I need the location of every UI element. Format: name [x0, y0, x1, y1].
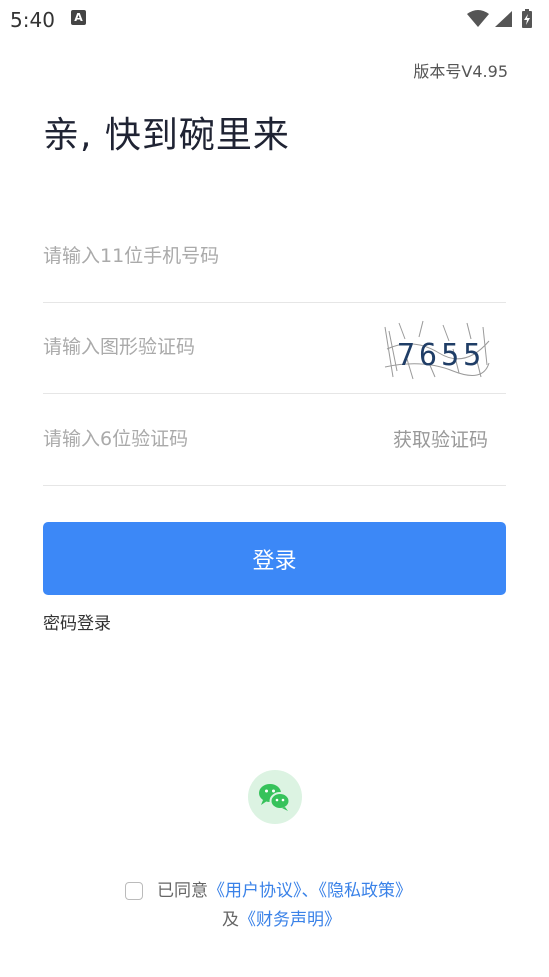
finance-statement-link[interactable]: 《财务声明》 — [239, 910, 341, 930]
sms-field-row: 获取验证码 — [43, 395, 506, 486]
version-label: 版本号V4.95 — [413, 62, 508, 81]
wechat-login-button[interactable] — [248, 770, 302, 824]
captcha-field-row: 7655 — [43, 303, 506, 394]
phone-field-row — [43, 212, 506, 303]
agreement-line-2: 及《财务声明》 — [222, 907, 341, 933]
captcha-input[interactable] — [43, 303, 363, 391]
agreement-separator: 、 — [301, 881, 319, 901]
get-code-button[interactable]: 获取验证码 — [393, 395, 488, 485]
status-bar: 5:40 A — [0, 0, 549, 40]
agree-and: 及 — [222, 910, 239, 930]
status-icons — [467, 8, 539, 28]
status-time: 5:40 — [10, 8, 55, 32]
wifi-icon — [467, 10, 489, 27]
agree-checkbox[interactable] — [125, 882, 143, 900]
page-title: 亲, 快到碗里来 — [43, 115, 290, 156]
password-login-link[interactable]: 密码登录 — [43, 609, 111, 634]
login-button[interactable]: 登录 — [43, 522, 506, 595]
captcha-image[interactable]: 7655 — [383, 319, 491, 381]
signal-icon — [495, 11, 512, 27]
sms-code-input[interactable] — [43, 395, 363, 483]
a-icon: A — [71, 10, 86, 25]
captcha-text: 7655 — [397, 338, 485, 373]
phone-input[interactable] — [43, 212, 363, 300]
battery-charging-icon — [522, 9, 532, 28]
wechat-icon — [259, 784, 291, 811]
agreement-line: 已同意《用户协议》、《隐私政策》 — [125, 878, 412, 904]
privacy-policy-link[interactable]: 《隐私政策》 — [319, 881, 413, 901]
user-agreement-link[interactable]: 《用户协议》 — [208, 881, 302, 901]
agree-prefix: 已同意 — [157, 881, 208, 901]
